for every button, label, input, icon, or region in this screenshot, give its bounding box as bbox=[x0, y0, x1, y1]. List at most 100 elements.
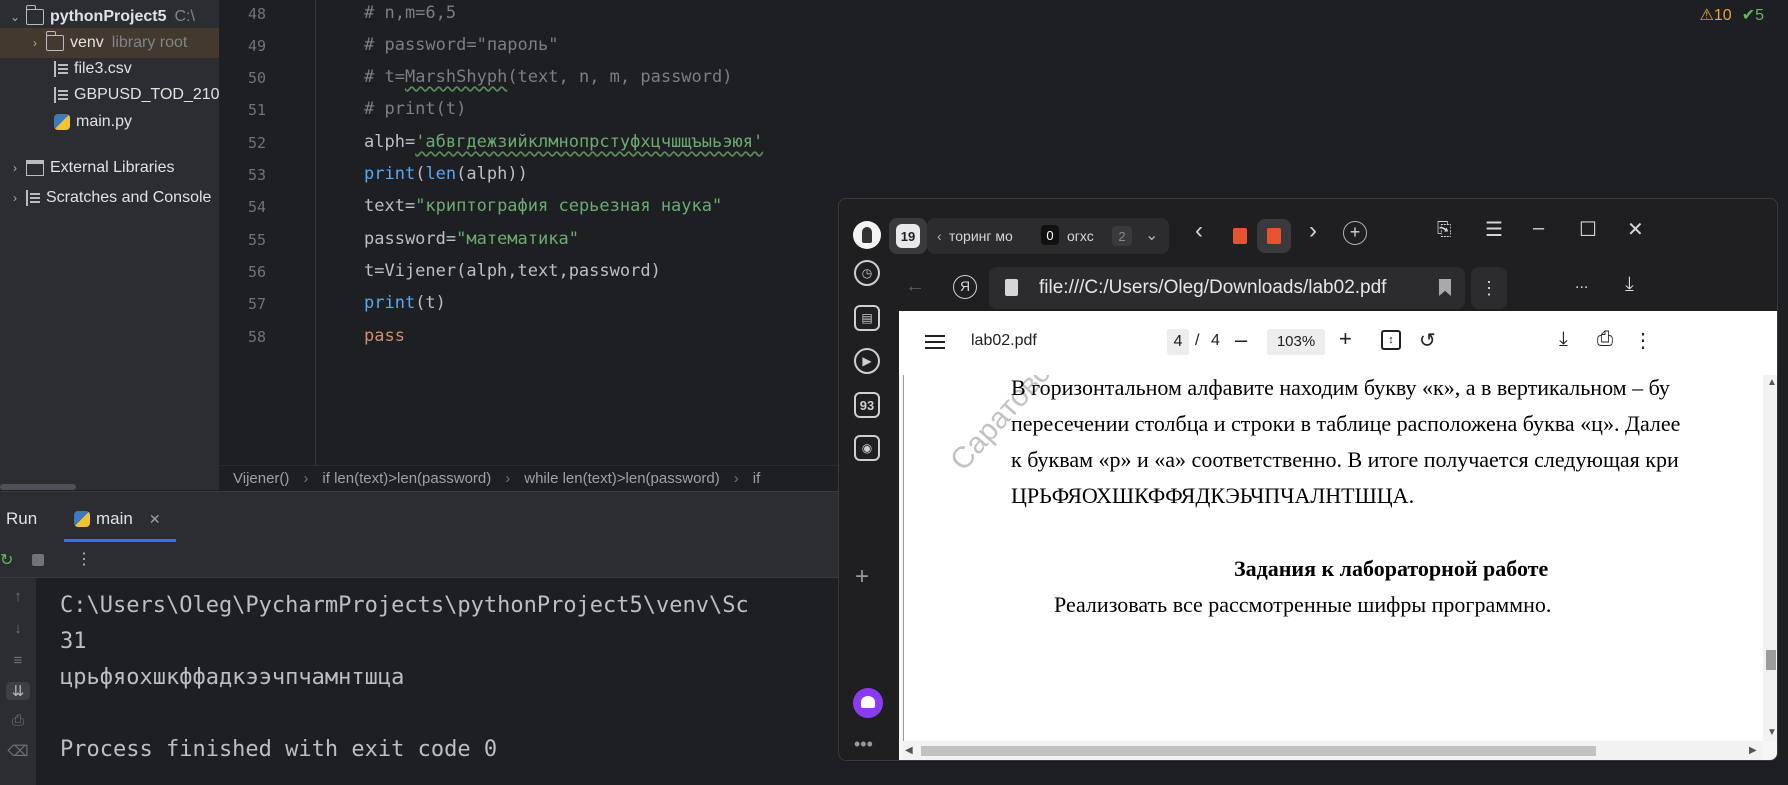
download-pdf-icon[interactable]: ⤓ bbox=[1559, 328, 1568, 351]
scroll-right-icon[interactable]: ▶ bbox=[1749, 745, 1757, 756]
tab-title[interactable]: торинг мо bbox=[949, 228, 1041, 244]
run-tab-main[interactable]: main ✕ bbox=[74, 509, 161, 529]
scratches-label: Scratches and Console bbox=[46, 189, 212, 206]
run-header: Run main ✕ bbox=[0, 492, 840, 542]
code-line: # t=MarshShyph(text, n, m, password) bbox=[364, 67, 733, 87]
chevron-right-icon[interactable]: › bbox=[8, 161, 22, 175]
pdf-tab-active-icon[interactable] bbox=[1257, 219, 1291, 253]
project-root-name: pythonProject5 bbox=[50, 8, 167, 25]
code-line: # n,m=6,5 bbox=[364, 3, 457, 23]
pdf-menu-icon[interactable] bbox=[925, 335, 945, 337]
more-options-icon[interactable]: ⋮ bbox=[76, 549, 92, 569]
bookmark-icon[interactable] bbox=[1439, 279, 1451, 296]
play-icon[interactable]: ▶ bbox=[854, 348, 880, 374]
scroll-up-icon[interactable]: ▲ bbox=[1767, 377, 1777, 388]
trash-icon[interactable]: ⌫ bbox=[6, 742, 30, 760]
zoom-in-icon[interactable]: + bbox=[1339, 326, 1352, 352]
scroll-thumb[interactable] bbox=[921, 746, 1596, 756]
pdf-text-line: пересечении столбца и строки в таблице р… bbox=[1011, 411, 1681, 436]
file-label: file3.csv bbox=[74, 60, 132, 77]
bookmarks-panel-icon[interactable]: ⎘ bbox=[1437, 219, 1451, 240]
breadcrumb-separator-icon: › bbox=[505, 470, 511, 487]
console-line: 31 bbox=[60, 629, 87, 654]
address-bar[interactable]: file:///C:/Users/Oleg/Downloads/lab02.pd… bbox=[989, 267, 1465, 309]
zoom-out-icon[interactable]: – bbox=[1235, 327, 1247, 353]
check-count[interactable]: ✔5 bbox=[1742, 5, 1764, 25]
tree-item-external-libraries[interactable]: › External Libraries bbox=[0, 153, 219, 183]
breadcrumb-item[interactable]: while len(text)>len(password) bbox=[524, 470, 720, 487]
menu-icon[interactable]: ☰ bbox=[1485, 217, 1503, 242]
pdf-vertical-scrollbar[interactable]: ▲ ▼ bbox=[1763, 375, 1777, 741]
run-title: Run bbox=[6, 509, 38, 528]
breadcrumb-item[interactable]: if len(text)>len(password) bbox=[322, 470, 491, 487]
new-tab-icon[interactable]: + bbox=[1343, 221, 1367, 245]
counter-icon[interactable]: 93 bbox=[854, 392, 880, 418]
tree-item-scratches[interactable]: › Scratches and Console bbox=[0, 183, 219, 213]
history-icon[interactable]: ◷ bbox=[854, 260, 880, 286]
tree-item-gbpusd[interactable]: GBPUSD_TOD_210 bbox=[0, 80, 219, 110]
scroll-left-icon[interactable]: ◀ bbox=[905, 745, 913, 756]
tab-group[interactable]: ‹ торинг мо 0 огхс 2 ⌄ bbox=[927, 218, 1169, 254]
tab-chip[interactable]: 2 bbox=[1112, 226, 1132, 246]
zoom-level[interactable]: 103% bbox=[1267, 329, 1325, 355]
scroll-thumb[interactable] bbox=[1766, 650, 1776, 670]
pdf-tab-icon[interactable] bbox=[1223, 219, 1257, 253]
line-number: 57 bbox=[247, 295, 266, 313]
breadcrumb-item[interactable]: Vijener() bbox=[233, 470, 289, 487]
chevron-right-icon[interactable]: › bbox=[28, 36, 42, 50]
scroll-to-end-icon[interactable]: ⇊ bbox=[6, 682, 30, 700]
chevron-down-icon[interactable]: ⌄ bbox=[8, 10, 22, 24]
print-icon[interactable]: ⎙ bbox=[1597, 328, 1613, 351]
chevron-left-icon: ‹ bbox=[937, 228, 942, 244]
soft-wrap-icon[interactable]: ≡ bbox=[6, 652, 30, 669]
screenshot-icon[interactable]: ◉ bbox=[854, 435, 880, 461]
page-number-input[interactable]: 4 bbox=[1167, 329, 1189, 355]
line-number: 53 bbox=[247, 166, 266, 184]
run-tab-label: main bbox=[96, 509, 133, 528]
breadcrumb-separator-icon: › bbox=[733, 470, 739, 487]
alice-assistant-icon[interactable] bbox=[853, 688, 883, 718]
scroll-down-icon[interactable]: ▼ bbox=[1767, 727, 1777, 738]
pdf-horizontal-scrollbar[interactable]: ◀ ▶ bbox=[903, 741, 1763, 760]
url-text[interactable]: file:///C:/Users/Oleg/Downloads/lab02.pd… bbox=[1039, 277, 1386, 299]
stop-icon[interactable] bbox=[32, 554, 44, 566]
library-icon bbox=[26, 160, 44, 176]
fit-page-icon[interactable]: ↕ bbox=[1381, 330, 1401, 350]
chevron-right-icon[interactable]: › bbox=[1309, 217, 1317, 245]
chevron-right-icon[interactable]: › bbox=[8, 191, 22, 205]
more-vertical-icon[interactable]: ⋮ bbox=[1633, 328, 1653, 353]
pdf-text-line: Реализовать все рассмотренные шифры прог… bbox=[1054, 592, 1552, 617]
tree-horizontal-scrollbar[interactable] bbox=[0, 484, 76, 490]
breadcrumb-item[interactable]: if bbox=[753, 470, 761, 487]
more-options-icon[interactable]: ⋮ bbox=[1471, 267, 1507, 309]
yandex-logo-icon[interactable]: Я bbox=[953, 275, 977, 299]
extensions-button[interactable]: ... bbox=[1575, 275, 1588, 293]
close-window-icon[interactable]: ✕ bbox=[1627, 217, 1644, 242]
minimize-icon[interactable]: – bbox=[1533, 217, 1544, 240]
warning-count[interactable]: ⚠10 bbox=[1700, 5, 1732, 25]
collections-icon[interactable]: ▤ bbox=[854, 305, 880, 331]
tree-item-main-py[interactable]: main.py bbox=[0, 107, 219, 137]
browser-sidebar: ◷ ▤ ▶ 93 ◉ + ••• bbox=[839, 199, 899, 760]
arrow-down-icon[interactable]: ↓ bbox=[6, 620, 30, 637]
chevron-left-icon[interactable]: ‹ bbox=[1195, 217, 1203, 245]
chevron-down-icon[interactable]: ⌄ bbox=[1145, 225, 1158, 245]
pdf-text-line: В горизонтальном алфавите находим букву … bbox=[1011, 375, 1670, 400]
back-icon[interactable]: ← bbox=[905, 275, 925, 298]
print-icon[interactable]: ⎙ bbox=[6, 712, 30, 729]
maximize-icon[interactable]: ☐ bbox=[1579, 217, 1597, 242]
run-tool-window: Run main ✕ ↻ ⋮ ↑ ↓ ≡ ⇊ ⎙ ⌫ C:\Users\Oleg… bbox=[0, 491, 840, 785]
rerun-icon[interactable]: ↻ bbox=[0, 550, 13, 570]
code-line: alph='абвгдежзийклмнопрстуфхцчшщъыьэюя' bbox=[364, 132, 764, 152]
tab-count-button[interactable]: 19 bbox=[889, 218, 927, 254]
tab-title[interactable]: огхс bbox=[1067, 228, 1094, 244]
arrow-up-icon[interactable]: ↑ bbox=[6, 588, 30, 605]
profile-avatar[interactable] bbox=[853, 221, 881, 249]
close-icon[interactable]: ✕ bbox=[149, 511, 161, 528]
rotate-icon[interactable]: ↺ bbox=[1419, 328, 1436, 353]
more-horizontal-icon[interactable]: ••• bbox=[854, 734, 873, 755]
add-panel-icon[interactable]: + bbox=[855, 563, 869, 591]
line-number: 58 bbox=[247, 328, 266, 346]
download-icon[interactable]: ⤓ bbox=[1625, 273, 1634, 296]
inspection-widget[interactable]: ⚠10 ✔5 bbox=[1700, 5, 1764, 25]
